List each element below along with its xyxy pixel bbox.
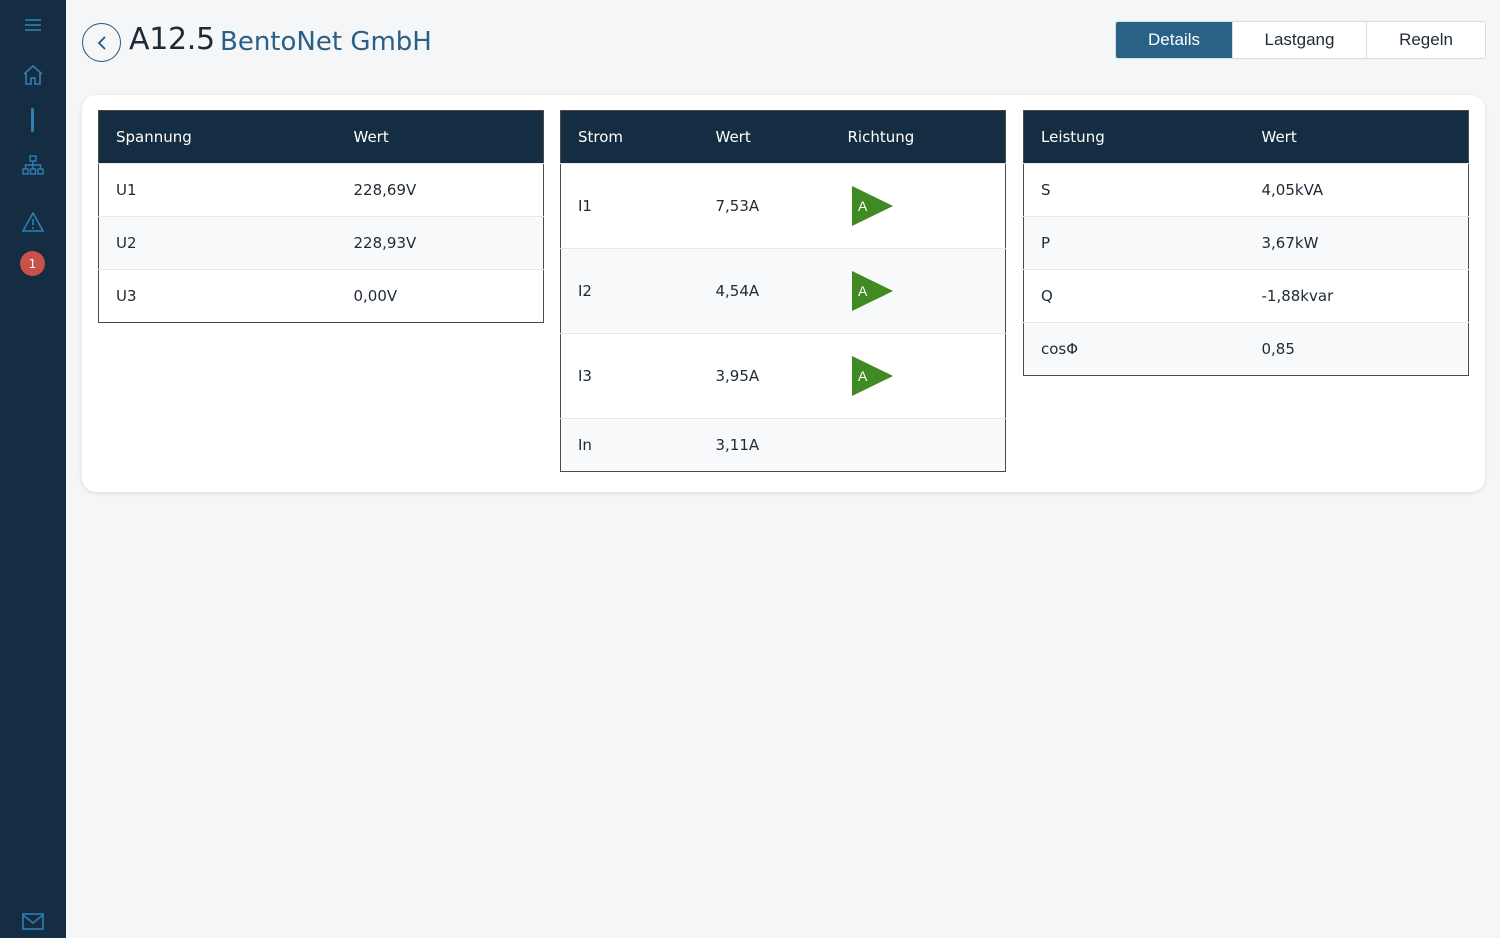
menu-icon[interactable] bbox=[0, 14, 66, 36]
table-row: In 3,11A bbox=[560, 418, 1006, 472]
table-row: P 3,67kW bbox=[1023, 216, 1469, 270]
column-header: Wert bbox=[336, 110, 544, 164]
direction-cell bbox=[830, 418, 1006, 472]
row-value: 0,00V bbox=[336, 269, 544, 323]
row-label: In bbox=[560, 418, 699, 472]
row-label: S bbox=[1023, 163, 1245, 217]
chevron-left-icon bbox=[97, 35, 106, 50]
table-row: I3 3,95A A bbox=[560, 333, 1006, 419]
row-label: P bbox=[1023, 216, 1245, 270]
table-row: cosΦ 0,85 bbox=[1023, 322, 1469, 376]
power-table: Leistung Wert S 4,05kVA P 3,67kW Q -1,88… bbox=[1023, 110, 1469, 376]
row-label: cosΦ bbox=[1023, 322, 1245, 376]
column-header: Wert bbox=[698, 110, 831, 164]
voltage-table: Spannung Wert U1 228,69V U2 228,93V U3 0… bbox=[98, 110, 544, 323]
sidebar: 1 bbox=[0, 0, 66, 938]
device-code: A12.5 bbox=[129, 22, 215, 57]
view-tabs: Details Lastgang Regeln bbox=[1115, 21, 1486, 59]
tab-lastgang[interactable]: Lastgang bbox=[1233, 22, 1367, 58]
table-header: Strom Wert Richtung bbox=[560, 110, 1006, 164]
row-value: -1,88kvar bbox=[1244, 269, 1469, 323]
direction-cell: A bbox=[830, 333, 1006, 419]
table-row: S 4,05kVA bbox=[1023, 163, 1469, 217]
direction-label: A bbox=[858, 198, 868, 214]
table-row: U2 228,93V bbox=[98, 216, 544, 270]
direction-label: A bbox=[858, 283, 868, 299]
tab-regeln[interactable]: Regeln bbox=[1367, 22, 1485, 58]
direction-cell: A bbox=[830, 163, 1006, 249]
row-value: 3,11A bbox=[698, 418, 831, 472]
back-button[interactable] bbox=[82, 23, 121, 62]
column-header: Strom bbox=[560, 110, 699, 164]
table-row: U1 228,69V bbox=[98, 163, 544, 217]
column-header: Richtung bbox=[830, 110, 1006, 164]
table-row: I2 4,54A A bbox=[560, 248, 1006, 334]
row-value: 228,93V bbox=[336, 216, 544, 270]
table-row: I1 7,53A A bbox=[560, 163, 1006, 249]
current-table: Strom Wert Richtung I1 7,53A A I2 4,54A … bbox=[560, 110, 1006, 472]
table-row: U3 0,00V bbox=[98, 269, 544, 323]
row-value: 4,05kVA bbox=[1244, 163, 1469, 217]
row-label: U3 bbox=[98, 269, 337, 323]
row-value: 3,67kW bbox=[1244, 216, 1469, 270]
warning-icon[interactable] bbox=[0, 210, 66, 234]
row-value: 3,95A bbox=[698, 333, 831, 419]
row-label: Q bbox=[1023, 269, 1245, 323]
row-value: 228,69V bbox=[336, 163, 544, 217]
row-label: I2 bbox=[560, 248, 699, 334]
tab-details[interactable]: Details bbox=[1116, 22, 1233, 58]
direction-label: A bbox=[858, 368, 868, 384]
sidebar-active-indicator bbox=[31, 108, 34, 132]
mail-icon[interactable] bbox=[0, 910, 66, 932]
column-header: Wert bbox=[1244, 110, 1469, 164]
row-value: 4,54A bbox=[698, 248, 831, 334]
measurement-card: Spannung Wert U1 228,69V U2 228,93V U3 0… bbox=[82, 95, 1485, 492]
direction-arrow-icon: A bbox=[851, 271, 893, 311]
home-icon[interactable] bbox=[0, 63, 66, 87]
alert-count-badge[interactable]: 1 bbox=[20, 251, 45, 276]
row-label: U1 bbox=[98, 163, 337, 217]
direction-cell: A bbox=[830, 248, 1006, 334]
direction-arrow-icon: A bbox=[851, 186, 893, 226]
row-label: I1 bbox=[560, 163, 699, 249]
company-name: BentoNet GmbH bbox=[220, 27, 432, 57]
row-label: U2 bbox=[98, 216, 337, 270]
network-icon[interactable] bbox=[0, 153, 66, 177]
table-header: Spannung Wert bbox=[98, 110, 544, 164]
column-header: Spannung bbox=[98, 110, 337, 164]
column-header: Leistung bbox=[1023, 110, 1245, 164]
table-header: Leistung Wert bbox=[1023, 110, 1469, 164]
direction-arrow-icon: A bbox=[851, 356, 893, 396]
row-value: 0,85 bbox=[1244, 322, 1469, 376]
table-row: Q -1,88kvar bbox=[1023, 269, 1469, 323]
row-value: 7,53A bbox=[698, 163, 831, 249]
row-label: I3 bbox=[560, 333, 699, 419]
